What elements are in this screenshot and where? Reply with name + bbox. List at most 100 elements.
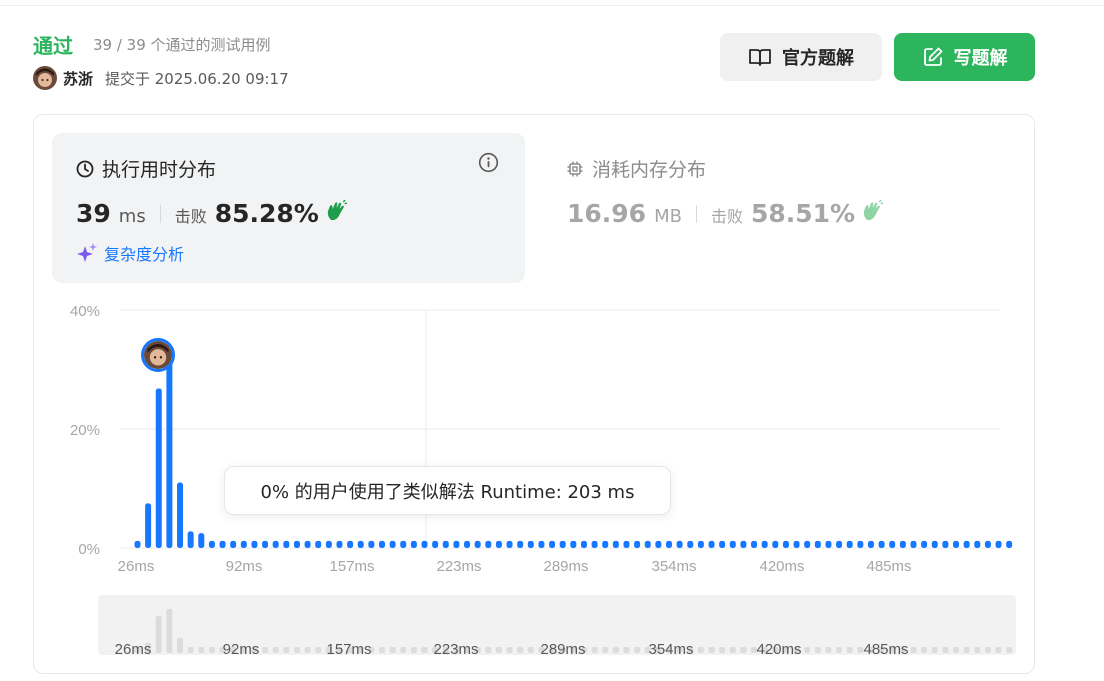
x-tick-label: 157ms bbox=[329, 558, 374, 575]
chart-bar bbox=[953, 540, 960, 548]
chart-bar bbox=[198, 533, 205, 548]
memory-value: 16.96 bbox=[567, 199, 647, 228]
chart-bar bbox=[357, 540, 364, 548]
avatar[interactable] bbox=[33, 66, 57, 90]
chart-bar bbox=[697, 540, 704, 548]
chart-bar bbox=[325, 540, 332, 548]
navigator-bar bbox=[825, 647, 832, 653]
navigator-bar bbox=[634, 647, 641, 653]
chart-bar bbox=[442, 540, 449, 548]
chart-bar bbox=[145, 503, 152, 548]
chart-bar bbox=[527, 540, 534, 548]
navigator-bar bbox=[421, 647, 428, 653]
navigator-bar bbox=[602, 647, 609, 653]
chart-bar bbox=[474, 540, 481, 548]
avatar-image-icon bbox=[144, 341, 172, 369]
memory-panel-title[interactable]: 消耗内存分布 bbox=[566, 155, 706, 182]
navigator-bar bbox=[995, 647, 1002, 653]
chart-bar bbox=[262, 540, 269, 548]
navigator-bar bbox=[623, 647, 630, 653]
y-tick-label: 40% bbox=[70, 303, 100, 320]
chart-bar bbox=[336, 540, 343, 548]
navigator-bar bbox=[378, 647, 385, 653]
chart-bar bbox=[421, 540, 428, 548]
chart-bar bbox=[570, 540, 577, 548]
navigator-bar bbox=[315, 647, 322, 653]
chart-bar bbox=[453, 540, 460, 548]
chart-bar bbox=[623, 540, 630, 548]
chart-bar bbox=[432, 540, 439, 548]
navigator-bar bbox=[293, 647, 300, 653]
chart-bar bbox=[602, 540, 609, 548]
y-tick-label: 0% bbox=[78, 541, 100, 558]
testcase-count: 39 / 39 个通过的测试用例 bbox=[93, 36, 271, 54]
chart-bar bbox=[634, 540, 641, 548]
navigator-bar bbox=[697, 647, 704, 653]
navigator-bar bbox=[166, 609, 173, 653]
chart-bar bbox=[549, 540, 556, 548]
write-solution-button[interactable]: 写题解 bbox=[894, 33, 1035, 81]
runtime-title-label: 执行用时分布 bbox=[102, 159, 217, 181]
chart-bar bbox=[400, 540, 407, 548]
chart-bar bbox=[389, 540, 396, 548]
chart-bar bbox=[666, 540, 672, 548]
chart-bar bbox=[846, 540, 853, 548]
submission-status: 通过 bbox=[33, 34, 73, 58]
navigator-bar bbox=[272, 647, 279, 653]
x-tick-label: 354ms bbox=[651, 558, 696, 575]
info-icon[interactable] bbox=[478, 152, 499, 177]
chart-bar bbox=[240, 540, 247, 548]
chart-bar bbox=[857, 540, 864, 548]
user-position-avatar[interactable] bbox=[141, 338, 175, 372]
navigator-bar bbox=[814, 647, 821, 653]
chart-bar bbox=[942, 540, 949, 548]
chart-bar bbox=[538, 540, 545, 548]
x-tick-label: 420ms bbox=[759, 558, 804, 575]
chart-bar bbox=[729, 540, 736, 548]
runtime-metric: 39 ms 击败 85.28% bbox=[76, 199, 348, 228]
chart-bar bbox=[464, 540, 471, 548]
memory-beat-percent: 58.51% bbox=[750, 199, 856, 228]
chart-bar bbox=[485, 540, 492, 548]
complexity-analysis-link[interactable]: 复杂度分析 bbox=[76, 241, 184, 265]
metric-separator bbox=[159, 204, 161, 223]
chart-bar bbox=[931, 540, 938, 548]
sparkle-icon bbox=[77, 243, 97, 262]
runtime-panel-title[interactable]: 执行用时分布 bbox=[76, 155, 216, 182]
chart-bar bbox=[867, 540, 874, 548]
chart-bar bbox=[134, 540, 141, 548]
navigator-bar bbox=[400, 647, 407, 653]
official-solution-button[interactable]: 官方题解 bbox=[720, 33, 882, 81]
chart-bar bbox=[410, 540, 417, 548]
navigator-bar bbox=[729, 647, 736, 653]
navigator-bar bbox=[304, 647, 311, 653]
author-name[interactable]: 苏浙 bbox=[63, 68, 93, 89]
runtime-unit: ms bbox=[118, 206, 146, 227]
navigator-bar bbox=[155, 616, 162, 653]
chart-bar bbox=[166, 357, 173, 548]
navigator-tick-label: 92ms bbox=[223, 641, 260, 658]
book-open-icon bbox=[749, 49, 771, 66]
chart-bar bbox=[251, 540, 258, 548]
chart-tooltip: 0% 的用户使用了类似解法 Runtime: 203 ms bbox=[224, 466, 671, 515]
metric-separator bbox=[695, 204, 697, 223]
navigator-bar bbox=[410, 647, 417, 653]
navigator-bar bbox=[485, 647, 492, 653]
navigator-bar bbox=[612, 647, 619, 653]
chart-bar bbox=[580, 540, 587, 548]
navigator-tick-label: 289ms bbox=[540, 641, 585, 658]
navigator-bar bbox=[708, 647, 715, 653]
chart-bar bbox=[506, 540, 513, 548]
chart-bar bbox=[995, 540, 1002, 548]
chart-bar bbox=[315, 540, 322, 548]
clap-icon bbox=[325, 199, 348, 227]
chip-icon bbox=[567, 161, 583, 176]
chart-bar bbox=[910, 540, 917, 548]
chart-bar bbox=[708, 540, 715, 548]
navigator-bar bbox=[198, 647, 205, 653]
chart-bar bbox=[761, 540, 768, 548]
navigator-bar bbox=[389, 647, 396, 653]
chart-bar bbox=[878, 540, 885, 548]
clock-icon bbox=[76, 160, 94, 177]
navigator-bar bbox=[931, 647, 938, 653]
